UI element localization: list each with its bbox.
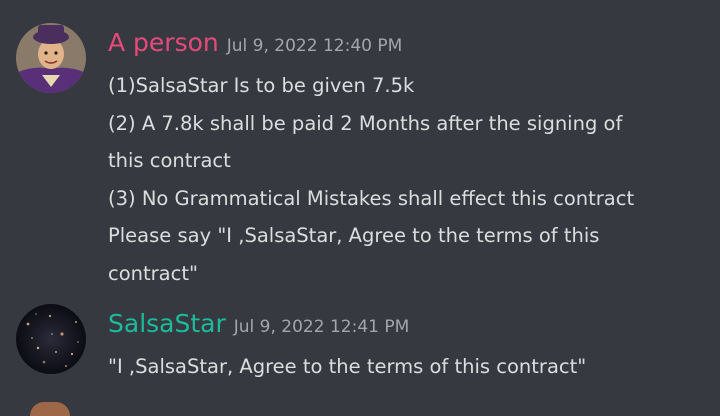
message-line: (2) A 7.8k shall be paid 2 Months after …: [108, 111, 623, 135]
message-line: (1)SalsaStar Is to be given 7.5k: [108, 74, 415, 97]
avatar[interactable]: [16, 23, 86, 93]
message-line: Please say "I ,SalsaStar, Agree to the t…: [108, 224, 600, 247]
timestamp: Jul 9, 2022 12:40 PM: [226, 36, 403, 56]
avatar[interactable]: [30, 402, 70, 416]
timestamp: Jul 9, 2022 12:41 PM: [233, 317, 410, 337]
user-avatar-icon: [16, 23, 86, 93]
message-content: "I ,SalsaStar, Agree to the terms of thi…: [108, 348, 708, 386]
message-line: contract": [108, 261, 198, 285]
message-line: "I ,SalsaStar, Agree to the terms of thi…: [108, 355, 587, 378]
message-line: this contract: [108, 149, 231, 172]
message-header: A person Jul 9, 2022 12:40 PM: [108, 26, 402, 60]
username[interactable]: SalsaStar: [108, 309, 226, 338]
message-header: SalsaStar Jul 9, 2022 12:41 PM: [108, 307, 409, 341]
message-content: (1)SalsaStar Is to be given 7.5k (2) A 7…: [108, 67, 708, 292]
avatar[interactable]: [16, 304, 86, 374]
message-line: (3) No Grammatical Mistakes shall effect…: [108, 186, 635, 210]
chat-log: A person Jul 9, 2022 12:40 PM (1)SalsaSta…: [0, 0, 720, 416]
username[interactable]: A person: [108, 28, 219, 57]
user-avatar-icon: [16, 304, 86, 374]
